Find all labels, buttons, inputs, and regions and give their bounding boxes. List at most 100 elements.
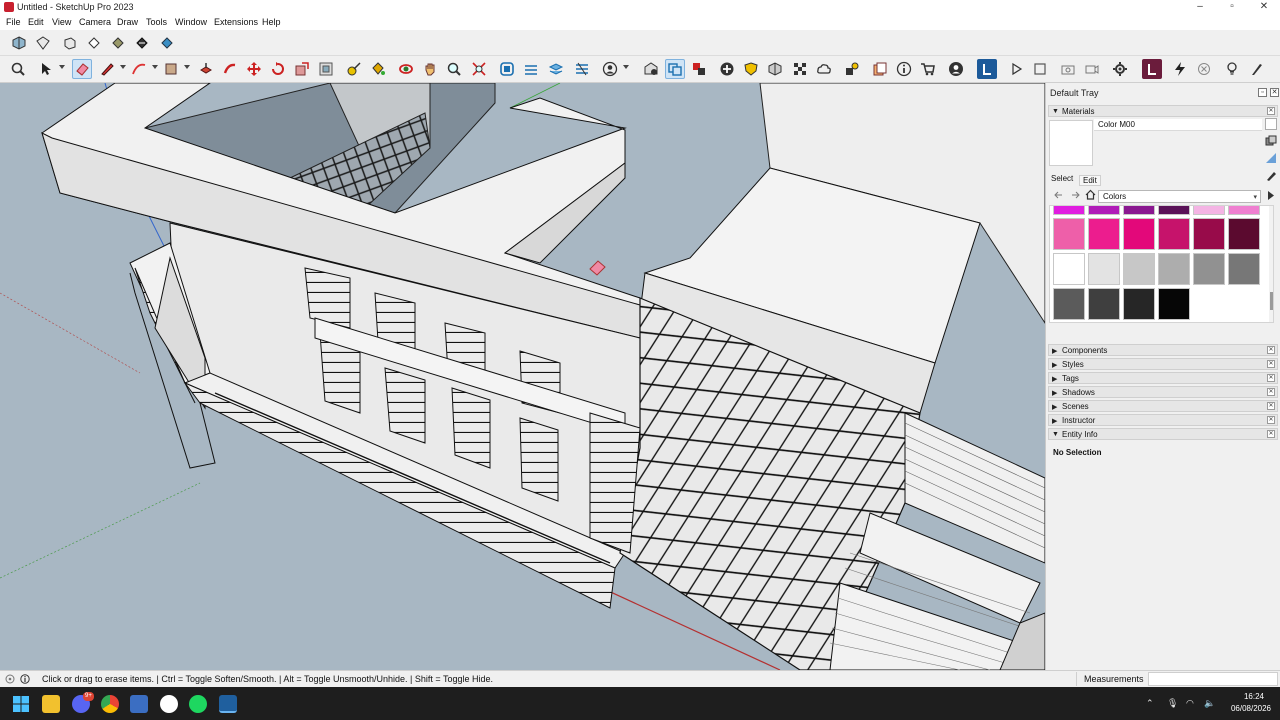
eraser-tool-button[interactable] <box>72 59 92 79</box>
tab-select[interactable]: Select <box>1051 174 1073 183</box>
line-tool-button[interactable] <box>97 59 117 79</box>
chevron-up-icon[interactable]: ⌃ <box>1146 698 1154 709</box>
camera-capture-button[interactable] <box>1058 59 1078 79</box>
sketchup-taskbar-icon[interactable] <box>219 695 237 713</box>
swatch[interactable] <box>1088 288 1120 320</box>
instructor-panel-header[interactable]: ▶ Instructor ✕ <box>1048 414 1278 426</box>
x-ray-button[interactable] <box>497 59 517 79</box>
extension-button[interactable] <box>1142 59 1162 79</box>
iso-view-button[interactable] <box>9 33 29 53</box>
line-dropdown-icon[interactable] <box>120 65 126 69</box>
arc-dropdown-icon[interactable] <box>152 65 158 69</box>
move-tool-button[interactable] <box>244 59 264 79</box>
library-select[interactable]: Colors ▾ <box>1098 190 1261 203</box>
swatch[interactable] <box>1123 288 1155 320</box>
settings-button[interactable] <box>1110 59 1130 79</box>
volume-icon[interactable]: 🔈 <box>1204 698 1215 709</box>
quick-action-button[interactable] <box>1170 59 1190 79</box>
menu-draw[interactable]: Draw <box>117 17 138 27</box>
store-button[interactable] <box>918 59 938 79</box>
back-view-button[interactable] <box>108 33 128 53</box>
cloud-button[interactable] <box>814 59 834 79</box>
components-button[interactable] <box>665 59 685 79</box>
minimize-button[interactable]: – <box>1184 0 1216 15</box>
clock-time[interactable]: 16:24 <box>1234 692 1274 701</box>
geo-status-icon[interactable] <box>5 674 15 684</box>
tray-pin-button[interactable]: ▫ <box>1258 88 1267 97</box>
entity-info-close-icon[interactable]: ✕ <box>1267 430 1275 438</box>
file-explorer-icon[interactable] <box>42 695 60 713</box>
section-fill-button[interactable] <box>572 59 592 79</box>
create-material-icon[interactable] <box>1265 135 1277 147</box>
play-button[interactable] <box>1006 59 1026 79</box>
styles-panel-header[interactable]: ▶ Styles ✕ <box>1048 358 1278 370</box>
chrome-icon[interactable] <box>101 695 119 713</box>
trimble-connect-button[interactable] <box>977 59 997 79</box>
swatch[interactable] <box>1053 253 1085 285</box>
spotify-icon[interactable] <box>189 695 207 713</box>
components-close-icon[interactable]: ✕ <box>1267 346 1275 354</box>
microphone-icon[interactable]: 🎙 <box>1167 698 1178 709</box>
windows-start-icon[interactable] <box>13 696 29 712</box>
home-icon[interactable] <box>1085 189 1096 200</box>
3d-warehouse-button[interactable] <box>641 59 661 79</box>
rotate-tool-button[interactable] <box>268 59 288 79</box>
swatch[interactable] <box>1053 288 1085 320</box>
video-button[interactable] <box>1082 59 1102 79</box>
shadows-panel-header[interactable]: ▶ Shadows ✕ <box>1048 386 1278 398</box>
swatch[interactable] <box>1123 253 1155 285</box>
swatch[interactable] <box>1158 206 1190 215</box>
swatch[interactable] <box>1158 218 1190 250</box>
photo-textures-button[interactable] <box>765 59 785 79</box>
swatch[interactable] <box>1123 206 1155 215</box>
offset-tool-button[interactable] <box>316 59 336 79</box>
bottom-view-button[interactable] <box>157 33 177 53</box>
account-dropdown-icon[interactable] <box>623 65 629 69</box>
extension-manager-button[interactable] <box>842 59 862 79</box>
measurements-input[interactable] <box>1148 672 1278 686</box>
select-tool-button[interactable] <box>36 59 56 79</box>
select-dropdown-icon[interactable] <box>59 65 65 69</box>
swatch[interactable] <box>1053 218 1085 250</box>
sample-paint-icon[interactable] <box>1265 169 1277 181</box>
stop-button[interactable] <box>1030 59 1050 79</box>
info-status-icon[interactable] <box>20 674 30 684</box>
menu-tools[interactable]: Tools <box>146 17 167 27</box>
follow-me-button[interactable] <box>220 59 240 79</box>
scale-tool-button[interactable] <box>292 59 312 79</box>
model-viewport[interactable] <box>0 83 1045 670</box>
geo-location-button[interactable] <box>741 59 761 79</box>
menu-window[interactable]: Window <box>175 17 207 27</box>
brush-button[interactable] <box>1246 59 1266 79</box>
tags-close-icon[interactable]: ✕ <box>1267 374 1275 382</box>
menu-help[interactable]: Help <box>262 17 281 27</box>
menu-edit[interactable]: Edit <box>28 17 44 27</box>
app-icon-blue[interactable] <box>130 695 148 713</box>
checker-button[interactable] <box>790 59 810 79</box>
components-panel-header[interactable]: ▶ Components ✕ <box>1048 344 1278 356</box>
push-pull-button[interactable] <box>196 59 216 79</box>
tray-close-button[interactable]: ✕ <box>1270 88 1279 97</box>
zoom-extents-button[interactable] <box>8 59 28 79</box>
display-secondary-icon[interactable] <box>1265 118 1277 130</box>
tape-measure-button[interactable] <box>344 59 364 79</box>
lightbulb-button[interactable] <box>1222 59 1242 79</box>
swatch[interactable] <box>1053 206 1085 215</box>
zoom-extents-tool-button[interactable] <box>469 59 489 79</box>
paint-bucket-button[interactable] <box>368 59 388 79</box>
maximize-button[interactable]: ▫ <box>1216 0 1248 15</box>
menu-extensions[interactable]: Extensions <box>214 17 258 27</box>
materials-panel-header[interactable]: ▼ Materials ✕ <box>1048 105 1278 117</box>
close-extension-button[interactable] <box>1194 59 1214 79</box>
left-view-button[interactable] <box>132 33 152 53</box>
scenes-panel-header[interactable]: ▶ Scenes ✕ <box>1048 400 1278 412</box>
menu-file[interactable]: File <box>6 17 21 27</box>
swatch[interactable] <box>1088 206 1120 215</box>
close-button[interactable]: ✕ <box>1248 0 1280 15</box>
rectangle-dropdown-icon[interactable] <box>184 65 190 69</box>
section-display-button[interactable] <box>546 59 566 79</box>
orbit-tool-button[interactable] <box>396 59 416 79</box>
back-arrow-icon[interactable] <box>1054 190 1064 200</box>
clock-date[interactable]: 06/08/2026 <box>1226 704 1276 713</box>
tab-edit[interactable]: Edit <box>1079 175 1101 186</box>
